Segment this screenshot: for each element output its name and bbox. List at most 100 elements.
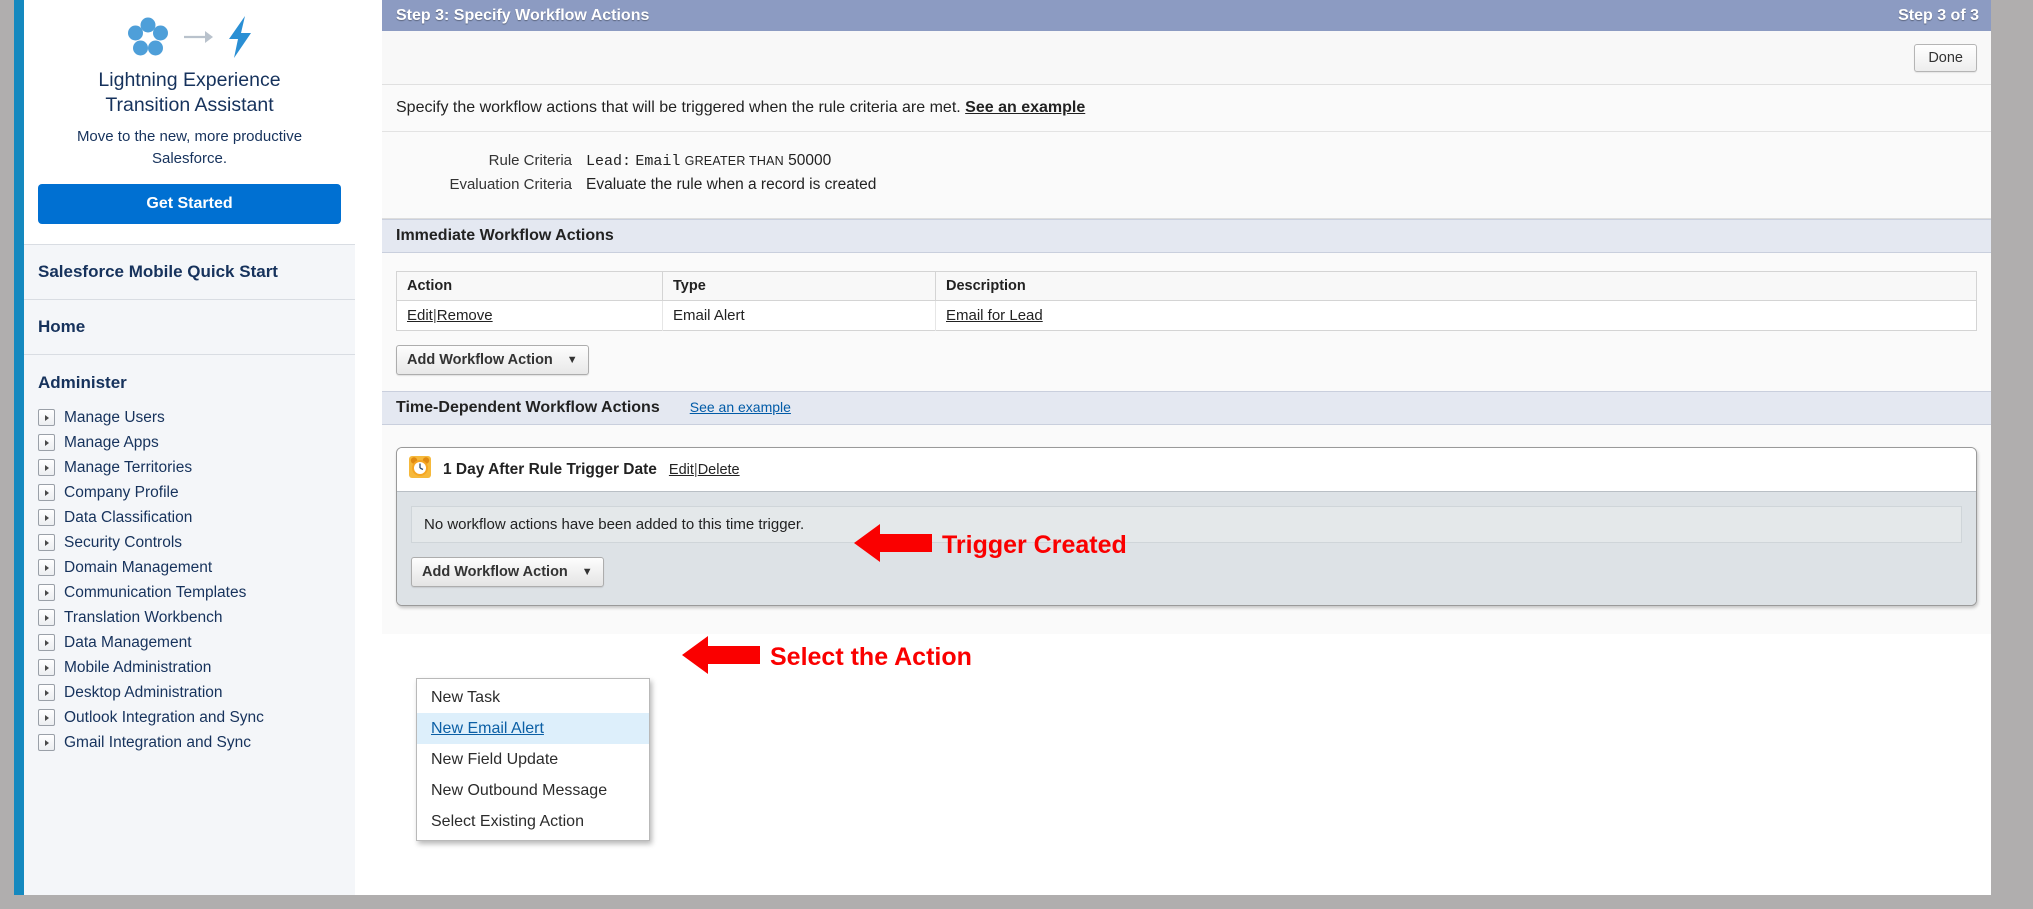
sidebar-item-security-controls[interactable]: Security Controls <box>38 530 355 555</box>
salesforce-cloud-icon <box>127 17 169 62</box>
sidebar: Lightning Experience Transition Assistan… <box>14 0 355 895</box>
email-alert-description-link[interactable]: Email for Lead <box>946 307 1043 324</box>
add-workflow-action-menu[interactable]: New TaskNew Email AlertNew Field UpdateN… <box>416 678 650 841</box>
intro-text: Specify the workflow actions that will b… <box>382 85 1991 132</box>
rule-criteria-row: Rule Criteria Lead: Email GREATER THAN 5… <box>382 152 1991 170</box>
menu-item-new-task[interactable]: New Task <box>417 682 649 713</box>
lightning-bolt-icon <box>227 16 253 63</box>
administer-heading: Administer <box>38 373 355 393</box>
expand-arrow-icon[interactable] <box>38 684 55 701</box>
add-workflow-action-button-immediate[interactable]: Add Workflow Action ▼ <box>396 345 589 375</box>
add-workflow-action-label: Add Workflow Action <box>422 564 568 580</box>
expand-arrow-icon[interactable] <box>38 534 55 551</box>
sidebar-item-label: Data Management <box>64 634 192 652</box>
time-trigger-header: 1 Day After Rule Trigger Date Edit|Delet… <box>397 448 1976 492</box>
expand-arrow-icon[interactable] <box>38 634 55 651</box>
evaluation-criteria-label: Evaluation Criteria <box>382 176 586 193</box>
sidebar-item-mobile-quick-start[interactable]: Salesforce Mobile Quick Start <box>24 245 355 300</box>
expand-arrow-icon[interactable] <box>38 584 55 601</box>
expand-arrow-icon[interactable] <box>38 409 55 426</box>
edit-action-link[interactable]: Edit <box>407 307 433 324</box>
table-row: Edit|Remove Email Alert Email for Lead <box>397 301 1977 331</box>
intro-description: Specify the workflow actions that will b… <box>396 99 961 116</box>
sidebar-item-label: Salesforce Mobile Quick Start <box>38 262 355 282</box>
menu-item-new-email-alert[interactable]: New Email Alert <box>417 713 649 744</box>
time-trigger-links: Edit|Delete <box>669 462 740 478</box>
transition-assistant-title: Lightning Experience Transition Assistan… <box>38 68 341 118</box>
immediate-actions-title: Immediate Workflow Actions <box>396 227 614 245</box>
expand-arrow-icon[interactable] <box>38 434 55 451</box>
sidebar-section-administer: Administer Manage Users Manage Apps Manage… <box>24 355 355 761</box>
sidebar-item-label: Translation Workbench <box>64 609 223 627</box>
menu-item-new-field-update[interactable]: New Field Update <box>417 744 649 775</box>
sidebar-item-data-management[interactable]: Data Management <box>38 630 355 655</box>
page-toolbar: Done <box>382 31 1991 85</box>
column-header-action: Action <box>397 272 663 301</box>
arrow-right-icon <box>183 29 213 50</box>
expand-arrow-icon[interactable] <box>38 709 55 726</box>
transition-assistant-card: Lightning Experience Transition Assistan… <box>24 0 355 245</box>
evaluation-criteria-value: Evaluate the rule when a record is creat… <box>586 176 876 194</box>
sidebar-item-home[interactable]: Home <box>24 300 355 355</box>
add-workflow-action-label: Add Workflow Action <box>407 352 553 368</box>
expand-arrow-icon[interactable] <box>38 459 55 476</box>
expand-arrow-icon[interactable] <box>38 484 55 501</box>
rule-criteria-value: Lead: Email GREATER THAN 50000 <box>586 152 831 170</box>
sidebar-item-outlook-integration-and-sync[interactable]: Outlook Integration and Sync <box>38 705 355 730</box>
immediate-actions-table: Action Type Description Edit|Remove Emai… <box>396 271 1977 331</box>
edit-time-trigger-link[interactable]: Edit <box>669 462 694 478</box>
see-an-example-link-intro[interactable]: See an example <box>965 99 1085 116</box>
sidebar-item-data-classification[interactable]: Data Classification <box>38 505 355 530</box>
row-type-cell: Email Alert <box>663 301 936 331</box>
column-header-type: Type <box>663 272 936 301</box>
screenshot-frame: Lightning Experience Transition Assistan… <box>0 0 2033 909</box>
sidebar-item-label: Security Controls <box>64 534 182 552</box>
sidebar-item-translation-workbench[interactable]: Translation Workbench <box>38 605 355 630</box>
row-action-cell: Edit|Remove <box>397 301 663 331</box>
remove-action-link[interactable]: Remove <box>437 307 493 324</box>
expand-arrow-icon[interactable] <box>38 559 55 576</box>
rule-operator: GREATER THAN <box>685 154 784 168</box>
expand-arrow-icon[interactable] <box>38 734 55 751</box>
sidebar-item-label: Gmail Integration and Sync <box>64 734 251 752</box>
sidebar-item-communication-templates[interactable]: Communication Templates <box>38 580 355 605</box>
sidebar-item-label: Manage Users <box>64 409 165 427</box>
step-indicator: Step 3 of 3 <box>1898 7 1979 25</box>
chevron-down-icon: ▼ <box>567 354 578 366</box>
title-line-1: Lightning Experience <box>38 68 341 93</box>
time-trigger-panel: 1 Day After Rule Trigger Date Edit|Delet… <box>396 447 1977 606</box>
add-workflow-action-button-time-trigger[interactable]: Add Workflow Action ▼ <box>411 557 604 587</box>
sidebar-item-label: Outlook Integration and Sync <box>64 709 264 727</box>
rule-value: 50000 <box>788 152 831 169</box>
sidebar-item-manage-apps[interactable]: Manage Apps <box>38 430 355 455</box>
sidebar-item-label: Manage Apps <box>64 434 159 452</box>
time-dependent-title: Time-Dependent Workflow Actions <box>396 399 660 417</box>
sidebar-item-desktop-administration[interactable]: Desktop Administration <box>38 680 355 705</box>
menu-item-select-existing-action[interactable]: Select Existing Action <box>417 806 649 837</box>
column-header-description: Description <box>936 272 1977 301</box>
row-description-cell: Email for Lead <box>936 301 1977 331</box>
sidebar-item-company-profile[interactable]: Company Profile <box>38 480 355 505</box>
immediate-actions-body: Action Type Description Edit|Remove Emai… <box>382 253 1991 391</box>
table-header-row: Action Type Description <box>397 272 1977 301</box>
page-title: Step 3: Specify Workflow Actions <box>396 7 649 25</box>
sidebar-item-gmail-integration-and-sync[interactable]: Gmail Integration and Sync <box>38 730 355 755</box>
delete-time-trigger-link[interactable]: Delete <box>698 462 740 478</box>
menu-item-new-outbound-message[interactable]: New Outbound Message <box>417 775 649 806</box>
sidebar-item-manage-territories[interactable]: Manage Territories <box>38 455 355 480</box>
alarm-clock-icon <box>409 456 431 483</box>
done-button[interactable]: Done <box>1914 44 1977 72</box>
get-started-button[interactable]: Get Started <box>38 184 341 224</box>
sidebar-item-domain-management[interactable]: Domain Management <box>38 555 355 580</box>
sidebar-item-mobile-administration[interactable]: Mobile Administration <box>38 655 355 680</box>
rule-field: Email <box>635 153 680 170</box>
expand-arrow-icon[interactable] <box>38 509 55 526</box>
sidebar-item-label: Desktop Administration <box>64 684 223 702</box>
step-header: Step 3: Specify Workflow Actions Step 3 … <box>382 0 1991 31</box>
criteria-summary: Rule Criteria Lead: Email GREATER THAN 5… <box>382 132 1991 219</box>
see-an-example-link-time-dependent[interactable]: See an example <box>690 399 791 415</box>
time-trigger-title: 1 Day After Rule Trigger Date <box>443 461 657 479</box>
expand-arrow-icon[interactable] <box>38 659 55 676</box>
expand-arrow-icon[interactable] <box>38 609 55 626</box>
sidebar-item-manage-users[interactable]: Manage Users <box>38 405 355 430</box>
